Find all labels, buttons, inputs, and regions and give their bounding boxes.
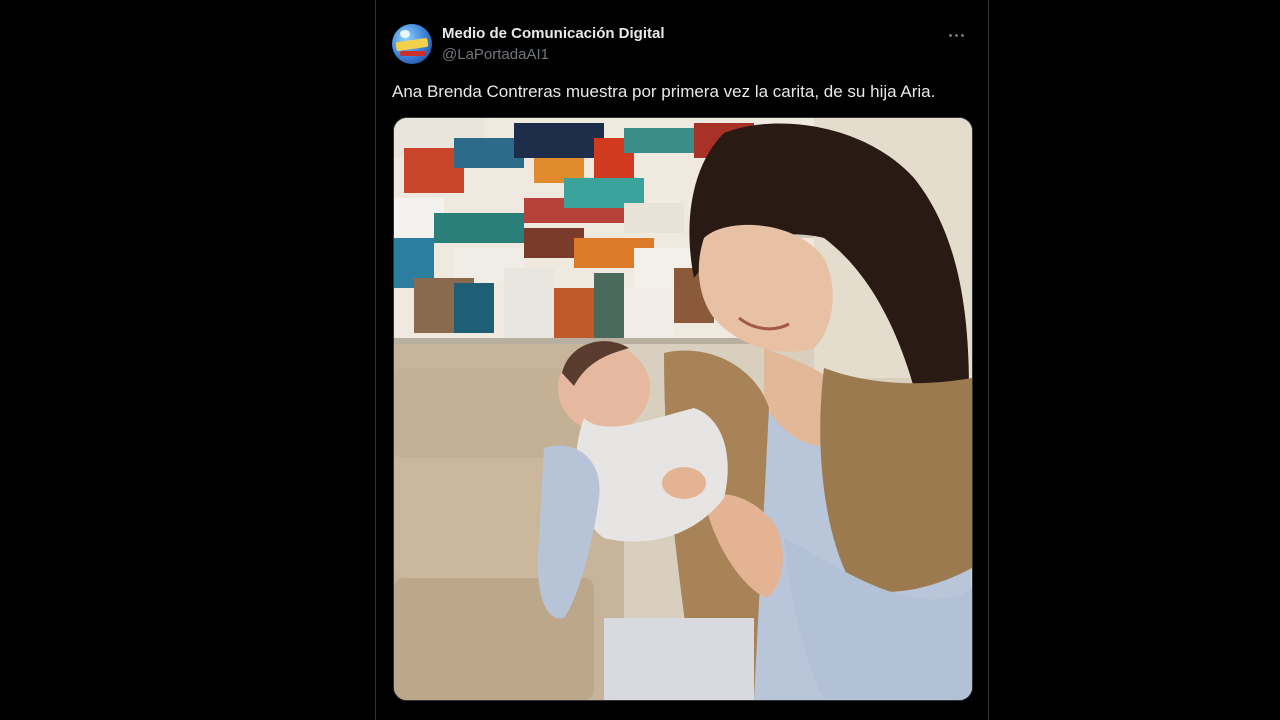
photo-illustration — [394, 118, 972, 700]
tweet-text: Ana Brenda Contreras muestra por primera… — [392, 82, 936, 101]
tweet-header: Medio de Comunicación Digital @LaPortada… — [392, 20, 972, 68]
avatar-highlight — [400, 30, 410, 38]
author-name[interactable]: Medio de Comunicación Digital — [442, 25, 665, 42]
more-dot — [960, 33, 964, 37]
author-handle[interactable]: @LaPortadaAI1 — [442, 46, 549, 63]
more-options-icon[interactable] — [944, 24, 968, 46]
timeline-column: Medio de Comunicación Digital @LaPortada… — [375, 0, 989, 720]
tweet-photo[interactable] — [393, 117, 973, 701]
woman — [664, 123, 972, 700]
author-avatar[interactable] — [392, 24, 432, 64]
tweet[interactable]: Medio de Comunicación Digital @LaPortada… — [392, 20, 973, 701]
avatar-logo-stripe — [400, 51, 426, 56]
more-dot — [948, 33, 952, 37]
more-dot — [954, 33, 958, 37]
avatar-logo-band — [395, 37, 429, 52]
